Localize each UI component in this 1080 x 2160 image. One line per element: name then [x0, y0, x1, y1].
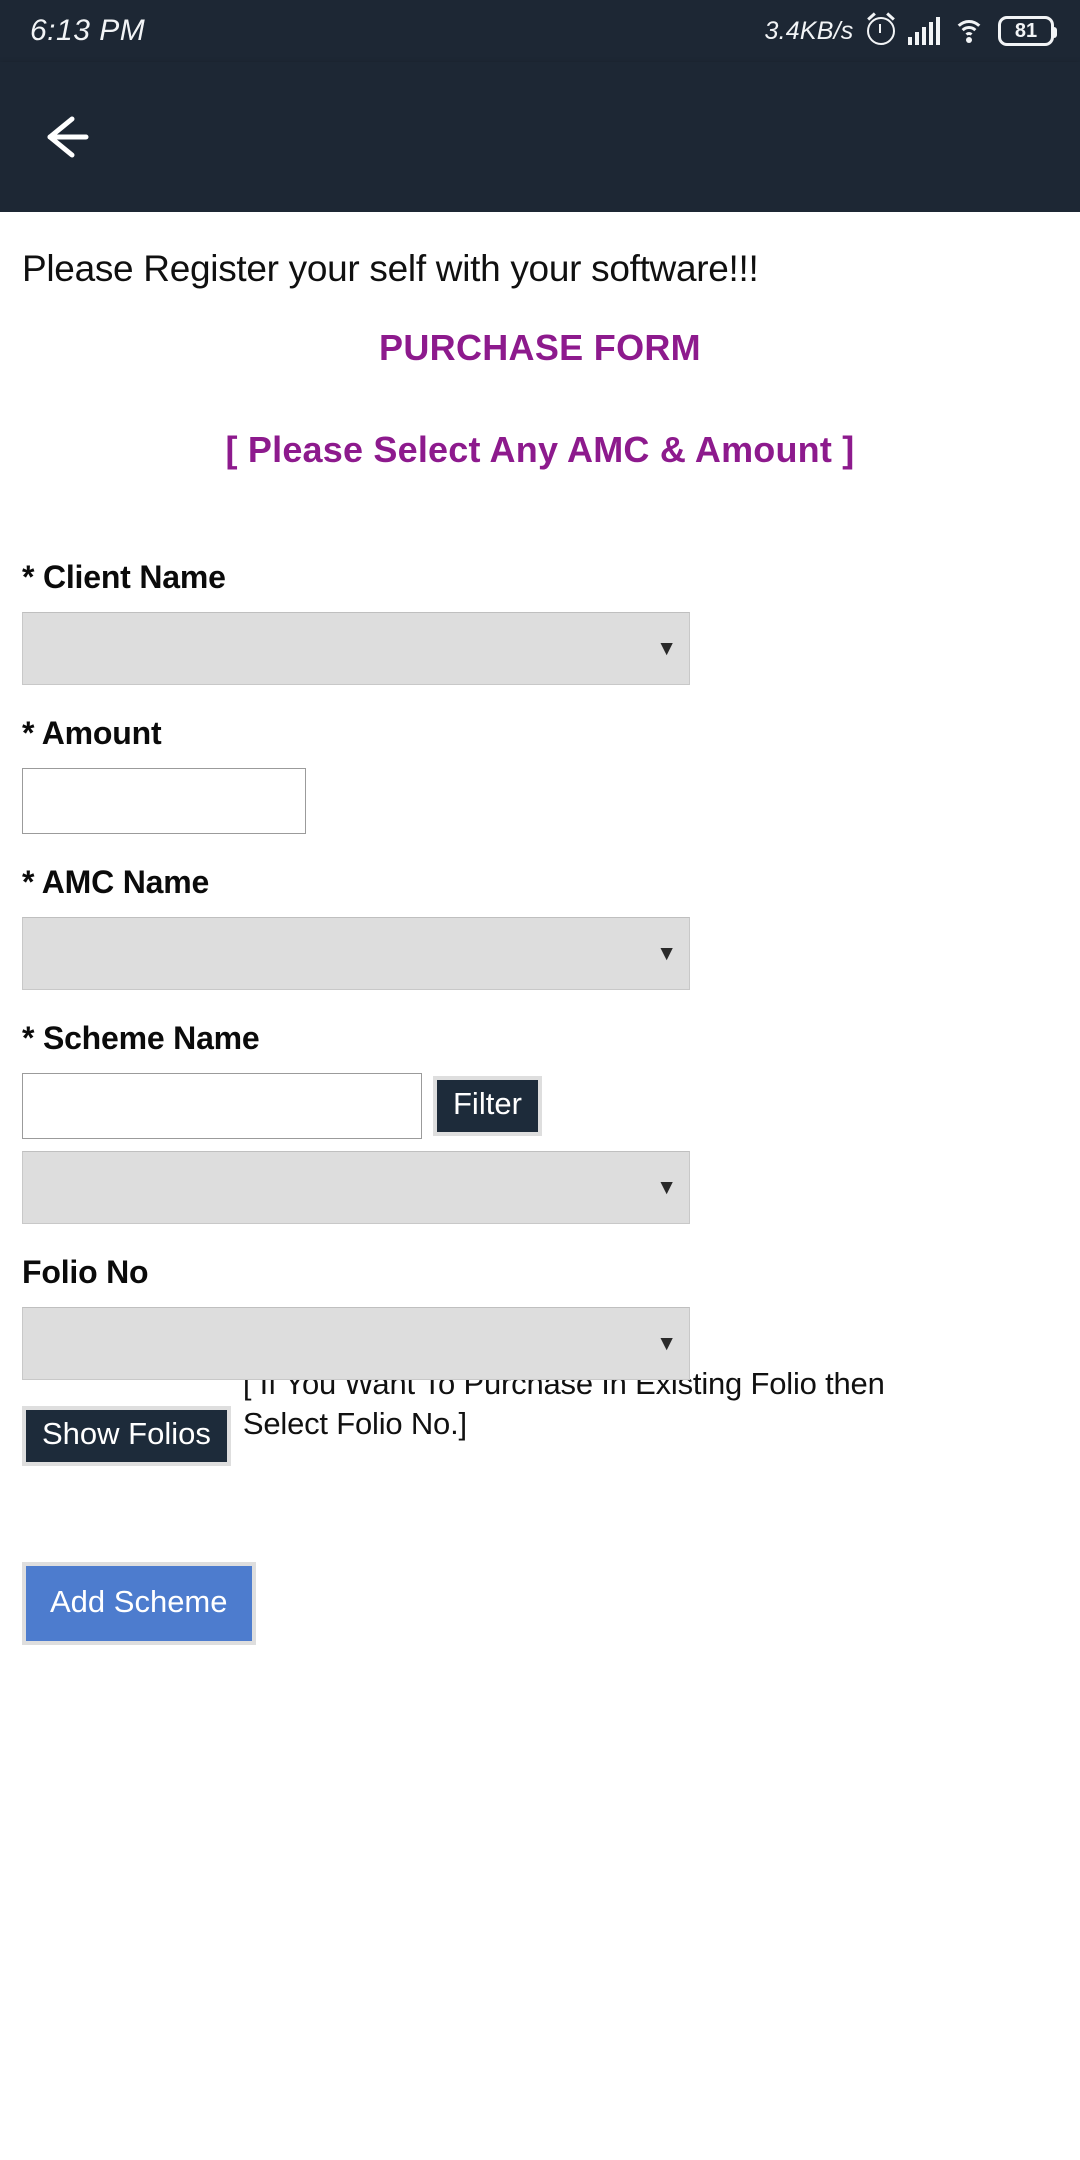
- filter-button[interactable]: Filter: [433, 1076, 542, 1136]
- network-speed-label: 3.4KB/s: [764, 16, 854, 45]
- status-icons: 3.4KB/s 81: [764, 16, 1057, 46]
- status-clock: 6:13 PM: [30, 14, 146, 47]
- purchase-form: * Client Name ▼ * Amount * AMC Name ▼ * …: [0, 559, 1080, 1645]
- amount-label: * Amount: [22, 715, 162, 751]
- amount-input[interactable]: [22, 768, 306, 834]
- battery-icon: 81: [998, 16, 1057, 46]
- scheme-filter-input[interactable]: [22, 1073, 422, 1139]
- field-amc-name: * AMC Name ▼: [22, 864, 1080, 990]
- page-content: Please Register your self with your soft…: [0, 212, 1080, 1645]
- page-title: PURCHASE FORM: [379, 327, 701, 368]
- alarm-icon: [866, 17, 895, 45]
- field-client-name: * Client Name ▼: [22, 559, 1080, 685]
- scheme-filter-row: Filter: [22, 1073, 1080, 1139]
- field-folio-no: Folio No ▼ Show Folios [ If You Want To …: [22, 1254, 1080, 1466]
- scheme-name-label: * Scheme Name: [22, 1020, 260, 1056]
- client-name-label: * Client Name: [22, 559, 226, 595]
- page-subtitle: [ Please Select Any AMC & Amount ]: [225, 429, 855, 470]
- register-note: Please Register your self with your soft…: [22, 248, 759, 289]
- scheme-name-select[interactable]: ▼: [22, 1151, 690, 1224]
- amc-name-select[interactable]: ▼: [22, 917, 690, 990]
- field-scheme-name: * Scheme Name Filter ▼: [22, 1020, 1080, 1224]
- show-folios-button[interactable]: Show Folios: [22, 1406, 231, 1466]
- battery-level-label: 81: [1014, 19, 1038, 42]
- folio-hint-row: Show Folios [ If You Want To Purchase In…: [22, 1366, 1080, 1466]
- back-arrow-icon[interactable]: [38, 109, 94, 165]
- client-name-select[interactable]: ▼: [22, 612, 690, 685]
- add-scheme-button[interactable]: Add Scheme: [22, 1561, 256, 1645]
- field-amount: * Amount: [22, 715, 1080, 834]
- signal-icon: [907, 17, 940, 45]
- status-bar: 6:13 PM 3.4KB/s 81: [0, 0, 1080, 62]
- chevron-down-icon: ▼: [656, 942, 677, 965]
- chevron-down-icon: ▼: [656, 1332, 677, 1355]
- folio-no-select[interactable]: ▼: [22, 1307, 690, 1380]
- chevron-down-icon: ▼: [656, 1176, 677, 1199]
- chevron-down-icon: ▼: [656, 637, 677, 660]
- add-scheme-wrap: Add Scheme: [22, 1561, 1080, 1645]
- app-bar: [0, 62, 1080, 212]
- amc-name-label: * AMC Name: [22, 864, 210, 900]
- show-folios-holder: Show Folios: [22, 1406, 231, 1466]
- folio-no-label: Folio No: [22, 1254, 149, 1290]
- wifi-icon: [953, 18, 985, 44]
